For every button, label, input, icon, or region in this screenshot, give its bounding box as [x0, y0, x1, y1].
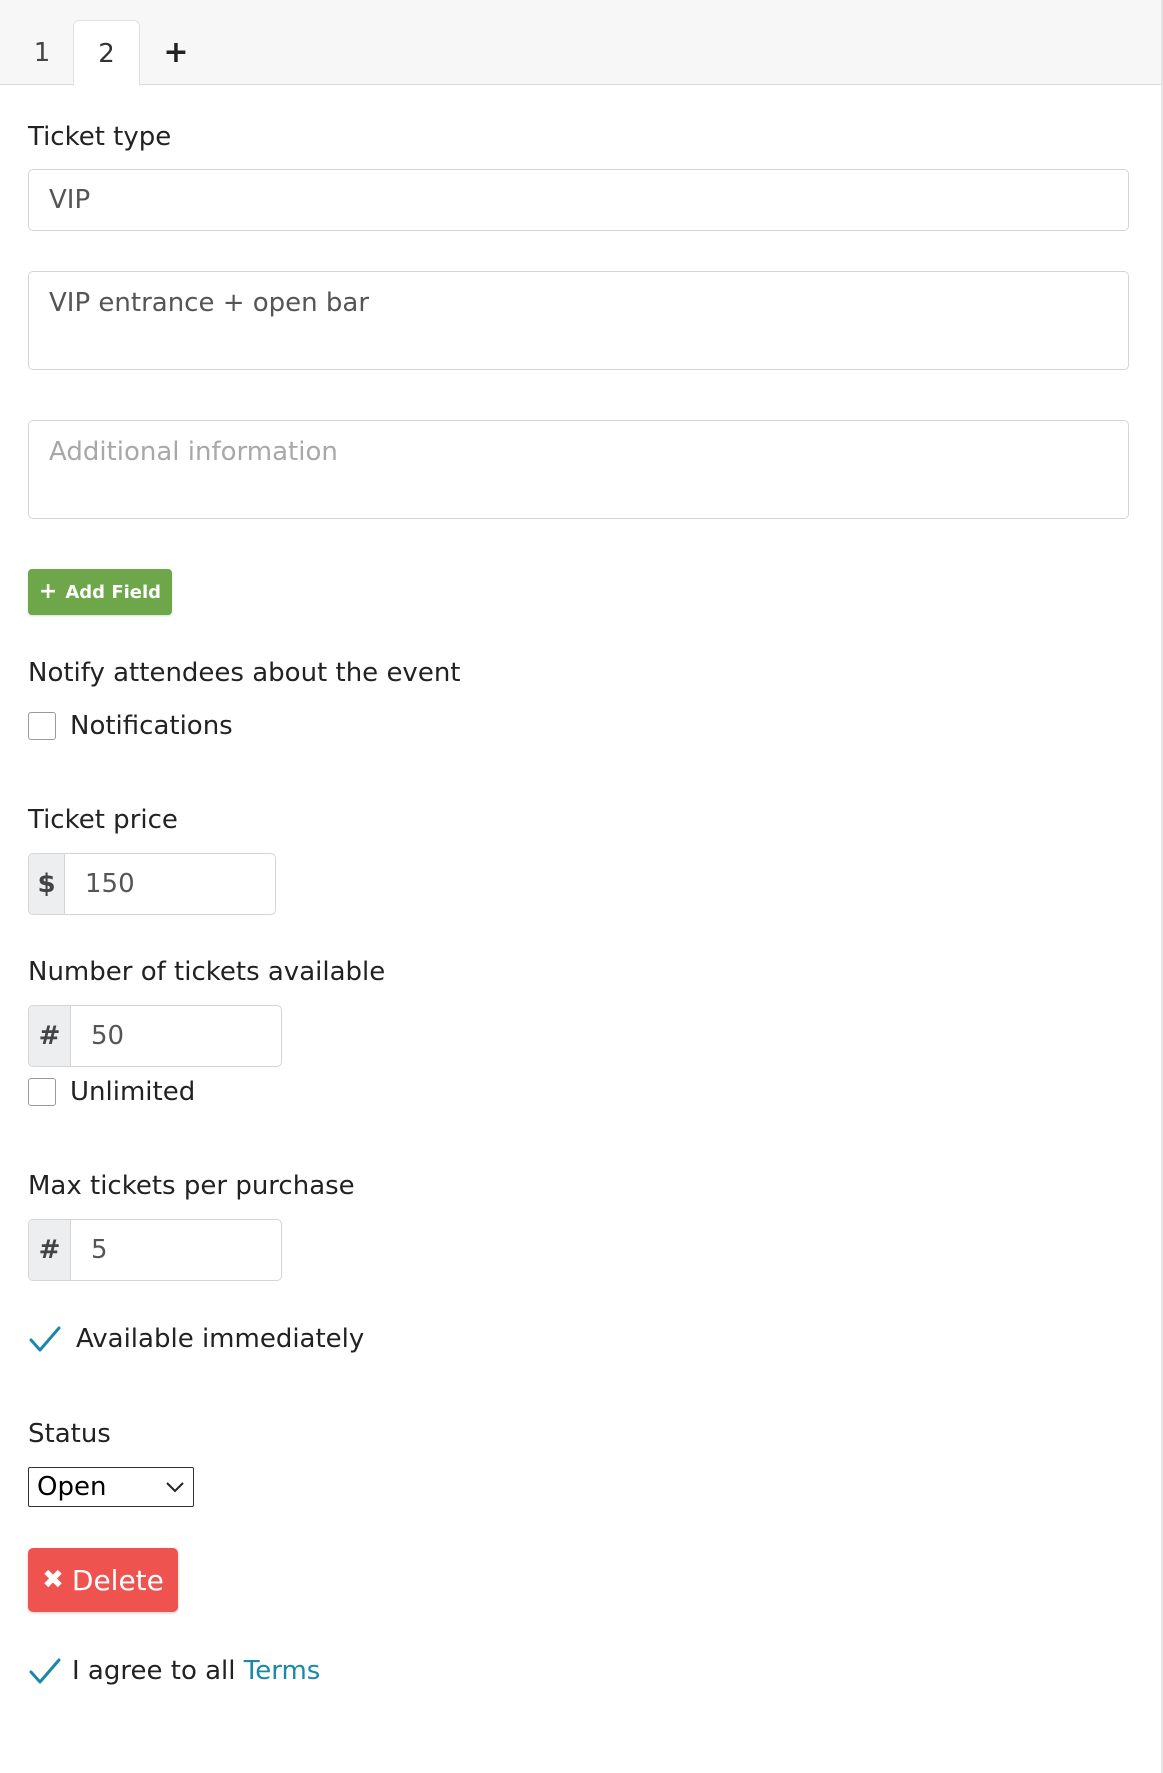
- notifications-row: Notifications: [28, 711, 233, 741]
- additional-info-textarea[interactable]: [28, 420, 1129, 519]
- delete-label: Delete: [71, 1563, 164, 1597]
- status-select[interactable]: Open: [28, 1467, 194, 1507]
- notifications-label: Notifications: [70, 711, 233, 741]
- description-textarea[interactable]: VIP entrance + open bar: [28, 271, 1129, 370]
- unlimited-label: Unlimited: [70, 1077, 196, 1107]
- terms-link[interactable]: Terms: [244, 1656, 321, 1686]
- tickets-available-group: #: [28, 1005, 282, 1067]
- unlimited-row: Unlimited: [28, 1077, 195, 1107]
- checkmark-icon[interactable]: [28, 1324, 62, 1354]
- checkmark-icon[interactable]: [28, 1656, 62, 1686]
- ticket-price-input[interactable]: [65, 854, 275, 914]
- status-selected-value: Open: [37, 1472, 107, 1502]
- ticket-price-group: $: [28, 853, 276, 915]
- max-per-purchase-input[interactable]: [71, 1220, 281, 1280]
- plus-icon: +: [38, 579, 58, 604]
- notifications-checkbox[interactable]: [28, 712, 56, 740]
- tab-bar: 1 2 +: [0, 0, 1161, 86]
- add-field-label: Add Field: [65, 581, 162, 603]
- tickets-available-label: Number of tickets available: [28, 957, 386, 987]
- max-per-purchase-label: Max tickets per purchase: [28, 1171, 355, 1201]
- available-immediately-label: Available immediately: [76, 1324, 365, 1354]
- terms-label: I agree to all Terms: [72, 1656, 320, 1686]
- tab-1[interactable]: 1: [14, 20, 70, 86]
- terms-prefix: I agree to all: [72, 1656, 244, 1686]
- chevron-down-icon: [166, 1482, 184, 1493]
- add-tab-plus-icon[interactable]: +: [150, 20, 202, 86]
- dollar-icon: $: [29, 854, 65, 914]
- notify-label: Notify attendees about the event: [28, 658, 461, 688]
- tab-2-active[interactable]: 2: [73, 20, 140, 86]
- terms-row[interactable]: I agree to all Terms: [28, 1656, 320, 1686]
- ticket-editor: 1 2 + Ticket type VIP entrance + open ba…: [0, 0, 1163, 1773]
- delete-button[interactable]: ✖ Delete: [28, 1548, 178, 1612]
- available-immediately-row[interactable]: Available immediately: [28, 1324, 364, 1354]
- hash-icon: #: [29, 1220, 71, 1280]
- unlimited-checkbox[interactable]: [28, 1078, 56, 1106]
- add-field-button[interactable]: + Add Field: [28, 569, 172, 615]
- ticket-price-label: Ticket price: [28, 805, 178, 835]
- ticket-type-label: Ticket type: [28, 122, 172, 152]
- status-label: Status: [28, 1419, 111, 1449]
- hash-icon: #: [29, 1006, 71, 1066]
- ticket-type-input[interactable]: [28, 169, 1129, 231]
- close-icon: ✖: [42, 1565, 64, 1595]
- tickets-available-input[interactable]: [71, 1006, 281, 1066]
- max-per-purchase-group: #: [28, 1219, 282, 1281]
